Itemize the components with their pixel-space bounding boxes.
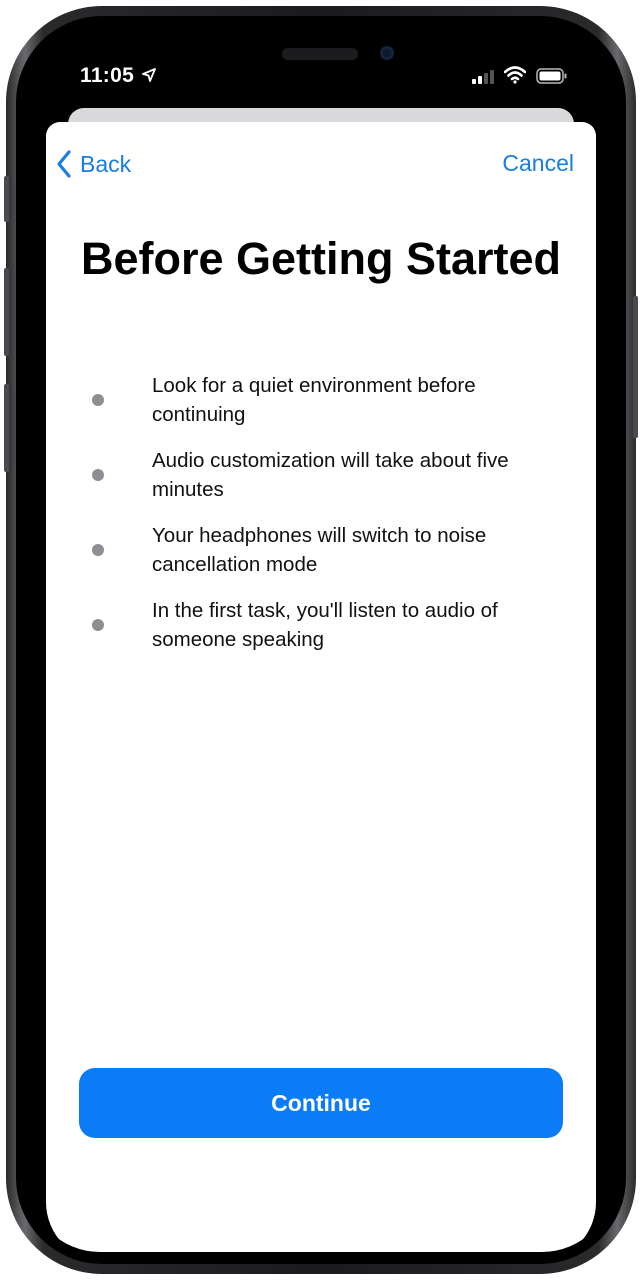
page-title: Before Getting Started: [80, 233, 562, 284]
list-item-text: Audio customization will take about five…: [152, 449, 509, 501]
chevron-left-icon: [57, 150, 71, 178]
bullet-icon: [92, 544, 104, 556]
list-item-text: Look for a quiet environment before cont…: [152, 374, 476, 426]
back-label: Back: [80, 150, 132, 177]
cancel-button[interactable]: Cancel: [502, 150, 574, 177]
list-item: In the first task, you'll listen to audi…: [90, 597, 550, 654]
bullet-icon: [92, 469, 104, 481]
cellular-signal-icon: [472, 70, 494, 84]
side-button: [633, 296, 638, 438]
mute-switch: [4, 176, 9, 222]
bullet-icon: [92, 394, 104, 406]
list-item: Your headphones will switch to noise can…: [90, 522, 550, 579]
volume-up-button: [4, 268, 9, 356]
list-item: Audio customization will take about five…: [90, 447, 550, 504]
wifi-icon: [504, 66, 526, 84]
front-camera: [380, 46, 394, 60]
screen: 11:05 Back Cancel Before Getting Started: [28, 28, 614, 1252]
status-time: 11:05: [80, 64, 135, 87]
location-arrow-icon: [142, 68, 156, 82]
list-item: Look for a quiet environment before cont…: [90, 372, 550, 429]
battery-icon: [536, 68, 567, 84]
continue-button[interactable]: Continue: [79, 1068, 563, 1138]
volume-down-button: [4, 384, 9, 472]
info-list: Look for a quiet environment before cont…: [90, 372, 550, 672]
list-item-text: Your headphones will switch to noise can…: [152, 524, 487, 576]
earpiece-speaker: [282, 48, 358, 60]
back-button[interactable]: Back: [56, 150, 131, 178]
bullet-icon: [92, 619, 104, 631]
list-item-text: In the first task, you'll listen to audi…: [152, 599, 498, 651]
modal-sheet: Back Cancel Before Getting Started Look …: [46, 122, 596, 1252]
